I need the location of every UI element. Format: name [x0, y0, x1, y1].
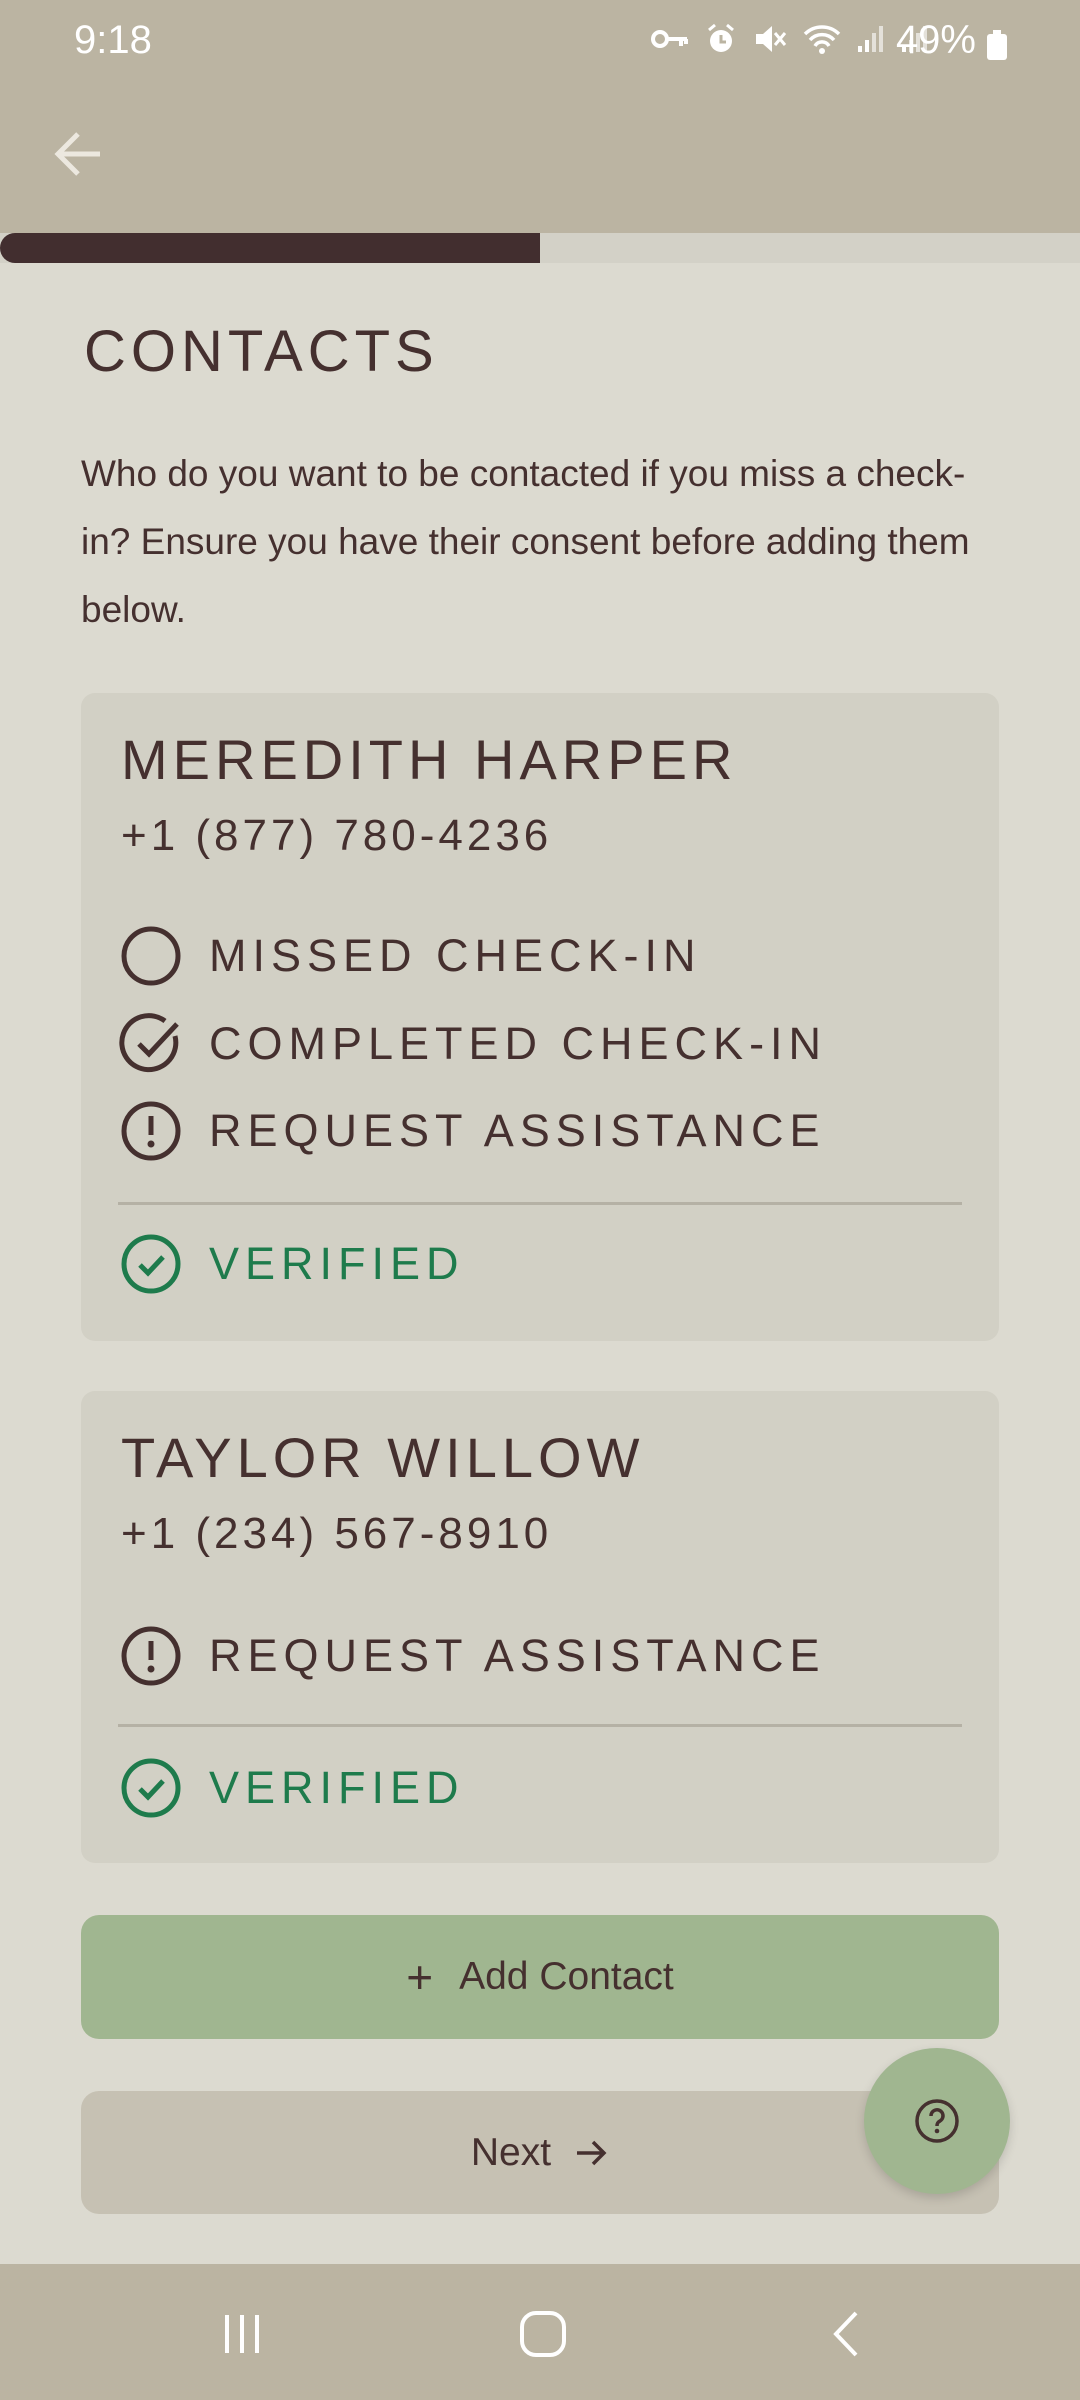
page-intro: Who do you want to be contacted if you m…: [81, 453, 970, 630]
signal-icon: [858, 26, 883, 52]
contact-name: MEREDITH HARPER: [121, 728, 738, 791]
verified-check-icon: [121, 1234, 181, 1294]
verified-status: VERIFIED: [119, 1756, 465, 1820]
option-label: REQUEST ASSISTANCE: [209, 1105, 826, 1156]
alert-circle-icon: [121, 1626, 181, 1686]
alarm-icon: [708, 23, 734, 52]
option-label: REQUEST ASSISTANCE: [209, 1630, 826, 1681]
recent-apps-button[interactable]: [202, 2304, 282, 2364]
progress-fill: [0, 233, 540, 263]
next-button[interactable]: Next: [81, 2091, 999, 2214]
vpn-key-icon: [651, 30, 688, 48]
add-contact-button[interactable]: + Add Contact: [81, 1915, 999, 2039]
battery-percent: 49%: [895, 18, 976, 62]
mute-icon: [756, 26, 787, 52]
contact-card[interactable]: MEREDITH HARPER +1 (877) 780-4236 MISSED…: [81, 693, 999, 1341]
help-button[interactable]: [864, 2048, 1010, 2194]
contact-card[interactable]: TAYLOR WILLOW +1 (234) 567-8910 REQUEST …: [81, 1391, 999, 1863]
verified-label: VERIFIED: [209, 1762, 465, 1813]
nav-back-button[interactable]: [807, 2304, 887, 2364]
status-time: 9:18: [74, 18, 152, 62]
option-request-assistance[interactable]: REQUEST ASSISTANCE: [119, 1099, 825, 1163]
card-divider: [118, 1724, 962, 1727]
verified-label: VERIFIED: [209, 1238, 465, 1289]
plus-icon: +: [406, 1951, 434, 2003]
system-nav-bar: [0, 2264, 1080, 2400]
help-circle-icon: [915, 2099, 959, 2143]
status-bar: 9:18 49%: [0, 0, 1080, 86]
contact-name: TAYLOR WILLOW: [121, 1426, 645, 1489]
circle-empty-icon: [121, 926, 181, 986]
home-button[interactable]: [503, 2304, 583, 2364]
status-icons: [650, 22, 930, 56]
chevron-left-icon: [833, 2311, 858, 2357]
verified-status: VERIFIED: [119, 1232, 465, 1296]
contact-phone: +1 (234) 567-8910: [121, 1509, 553, 1558]
back-button[interactable]: [46, 122, 110, 186]
option-request-assistance[interactable]: REQUEST ASSISTANCE: [119, 1624, 825, 1688]
app-bar: [0, 86, 1080, 234]
arrow-left-icon: [54, 132, 100, 176]
next-label: Next: [470, 2130, 552, 2174]
option-label: COMPLETED CHECK-IN: [209, 1018, 828, 1069]
page-title: CONTACTS: [84, 319, 439, 384]
card-divider: [118, 1202, 962, 1205]
add-contact-label: Add Contact: [459, 1955, 674, 1998]
option-missed-check-in[interactable]: MISSED CHECK-IN: [119, 924, 702, 988]
progress-bar: [0, 233, 1080, 263]
recent-apps-icon: [225, 2315, 259, 2353]
wifi-icon: [803, 25, 841, 54]
contact-phone: +1 (877) 780-4236: [121, 811, 553, 860]
home-icon: [520, 2311, 566, 2357]
alert-circle-icon: [121, 1101, 181, 1161]
battery-icon: [987, 30, 1007, 60]
circle-check-icon: [119, 1013, 179, 1073]
arrow-right-icon: [577, 2140, 607, 2165]
verified-check-icon: [121, 1758, 181, 1818]
option-completed-check-in[interactable]: COMPLETED CHECK-IN: [119, 1012, 827, 1076]
option-label: MISSED CHECK-IN: [209, 930, 702, 981]
